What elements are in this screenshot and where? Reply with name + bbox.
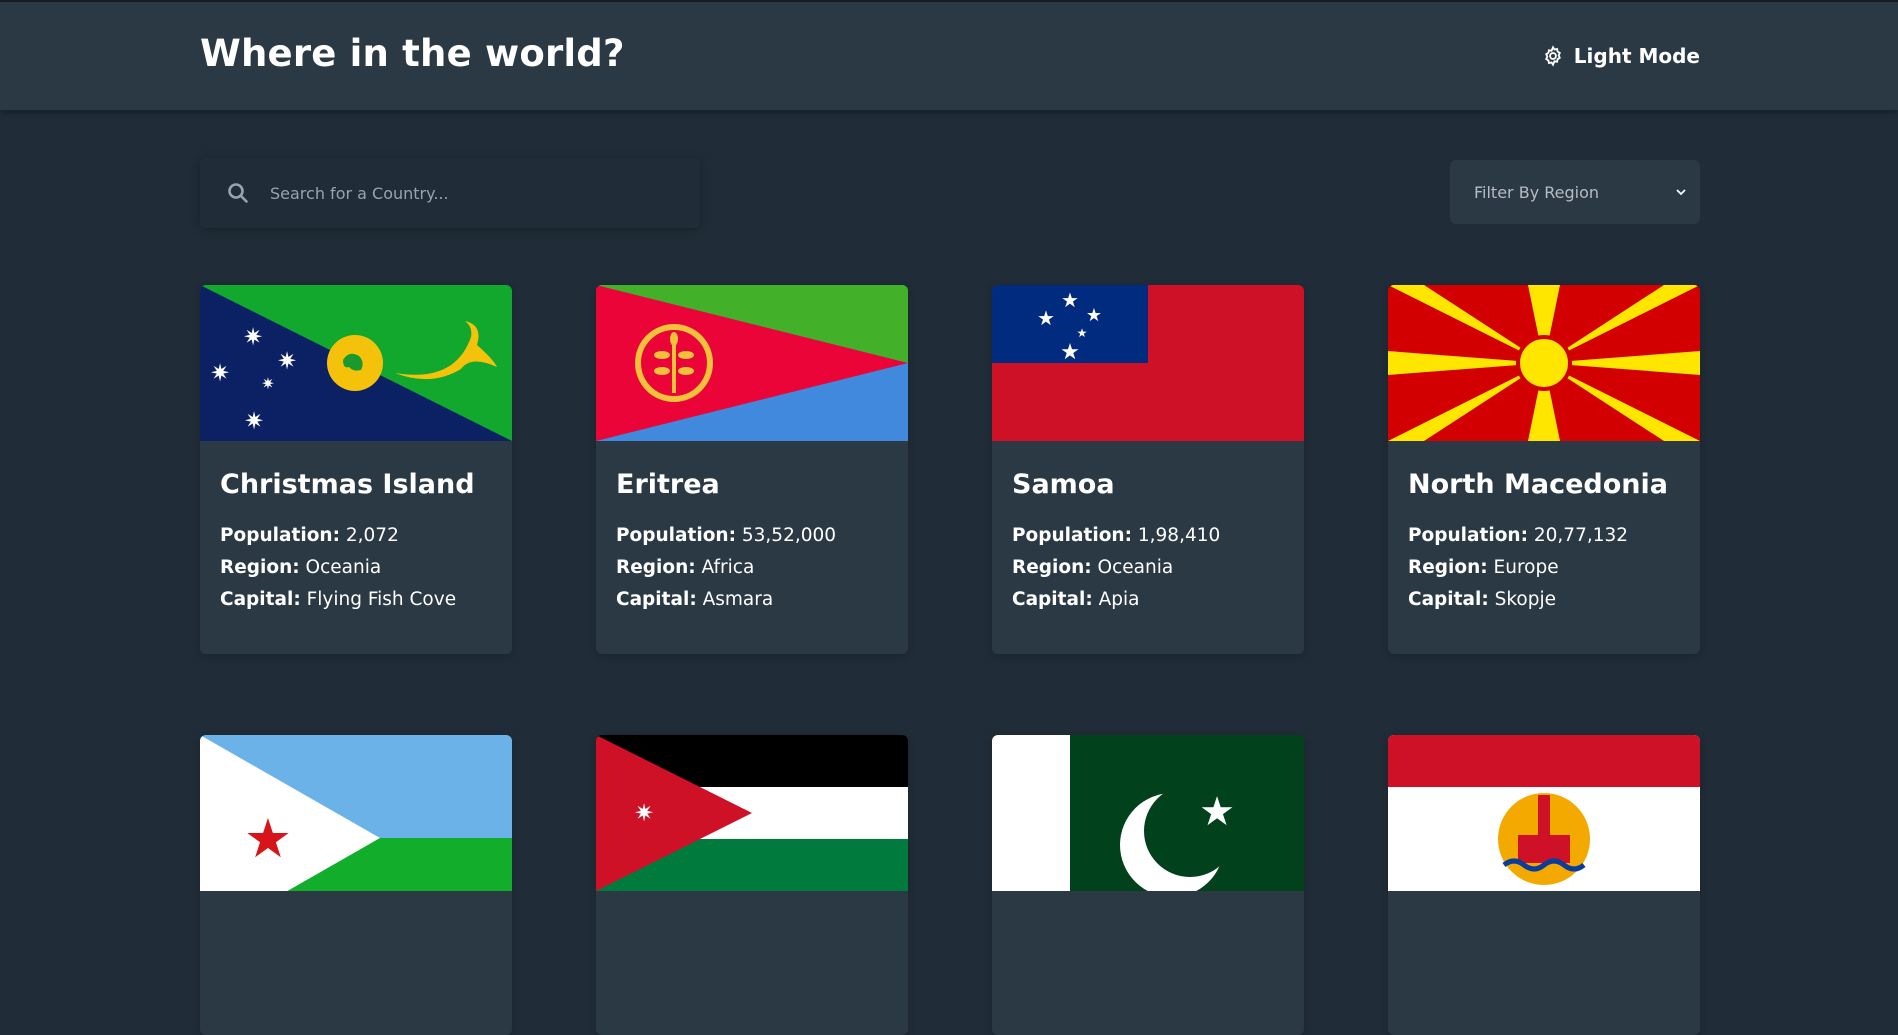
country-card[interactable]: ✷ ✷ ✷ ✷ ✷ Christmas Island Population: 2… [200, 285, 512, 654]
theme-toggle-label: Light Mode [1573, 44, 1700, 68]
svg-text:✷: ✷ [210, 359, 230, 387]
capital-label: Capital: [1012, 589, 1093, 610]
capital-value: Skopje [1494, 589, 1556, 610]
country-name: Samoa [1012, 469, 1115, 500]
theme-toggle-button[interactable]: Light Mode [1542, 44, 1700, 68]
region-label: Region: [1012, 557, 1092, 578]
svg-text:✷: ✷ [244, 407, 264, 435]
capital-value: Apia [1098, 589, 1140, 610]
capital-value: Flying Fish Cove [306, 589, 457, 610]
svg-text:★: ★ [244, 807, 292, 870]
country-card[interactable]: North Macedonia Population: 20,77,132 Re… [1388, 285, 1700, 654]
svg-text:✷: ✷ [261, 374, 274, 393]
country-name: North Macedonia [1408, 469, 1668, 500]
chevron-down-icon [1676, 189, 1686, 196]
search-input[interactable] [270, 183, 670, 203]
population-value: 53,52,000 [741, 525, 837, 546]
population-label: Population: [1408, 525, 1528, 546]
svg-text:★: ★ [1060, 340, 1080, 365]
christmas-island-flag: ✷ ✷ ✷ ✷ ✷ [200, 285, 512, 441]
svg-text:★: ★ [1061, 288, 1079, 312]
eritrea-flag [596, 285, 908, 441]
jordan-flag: ✷ [596, 735, 908, 891]
region-value: Africa [701, 557, 755, 578]
svg-text:✷: ✷ [243, 323, 263, 351]
population-label: Population: [220, 525, 340, 546]
site-header: Where in the world? Light Mode [0, 0, 1898, 110]
country-name: Eritrea [616, 469, 720, 500]
search-box[interactable] [200, 158, 700, 228]
capital-label: Capital: [1408, 589, 1489, 610]
pakistan-flag: ★ [992, 735, 1304, 891]
svg-text:✷: ✷ [277, 347, 297, 375]
region-filter-label: Filter By Region [1474, 182, 1600, 202]
svg-text:★: ★ [1086, 305, 1102, 326]
capital-label: Capital: [616, 589, 697, 610]
site-title: Where in the world? [200, 32, 625, 75]
region-value: Oceania [305, 557, 382, 578]
population-label: Population: [616, 525, 736, 546]
country-card[interactable]: ★ [200, 735, 512, 1035]
population-value: 20,77,132 [1533, 525, 1629, 546]
country-card[interactable]: ✷ [596, 735, 908, 1035]
capital-label: Capital: [220, 589, 301, 610]
population-label: Population: [1012, 525, 1132, 546]
region-label: Region: [220, 557, 300, 578]
country-card[interactable] [1388, 735, 1700, 1035]
djibouti-flag: ★ [200, 735, 512, 891]
search-icon [228, 183, 248, 203]
svg-text:✷: ✷ [634, 799, 654, 827]
capital-value: Asmara [702, 589, 774, 610]
region-value: Oceania [1097, 557, 1174, 578]
svg-text:★: ★ [1199, 789, 1235, 835]
samoa-flag: ★ ★ ★ ★ ★ [992, 285, 1304, 441]
country-card[interactable]: ★ ★ ★ ★ ★ Samoa Population: 1,98,410 Reg… [992, 285, 1304, 654]
gear-icon [1544, 45, 1561, 67]
country-card[interactable]: Eritrea Population: 53,52,000 Region: Af… [596, 285, 908, 654]
region-filter-select[interactable]: Filter By Region [1450, 160, 1700, 224]
population-value: 2,072 [345, 525, 399, 546]
country-card[interactable]: ★ [992, 735, 1304, 1035]
svg-text:★: ★ [1077, 326, 1088, 340]
region-label: Region: [616, 557, 696, 578]
svg-text:★: ★ [1037, 306, 1055, 330]
region-value: Europe [1493, 557, 1559, 578]
north-macedonia-flag [1388, 285, 1700, 441]
region-label: Region: [1408, 557, 1488, 578]
country-name: Christmas Island [220, 469, 475, 500]
french-polynesia-flag [1388, 735, 1700, 891]
population-value: 1,98,410 [1137, 525, 1221, 546]
